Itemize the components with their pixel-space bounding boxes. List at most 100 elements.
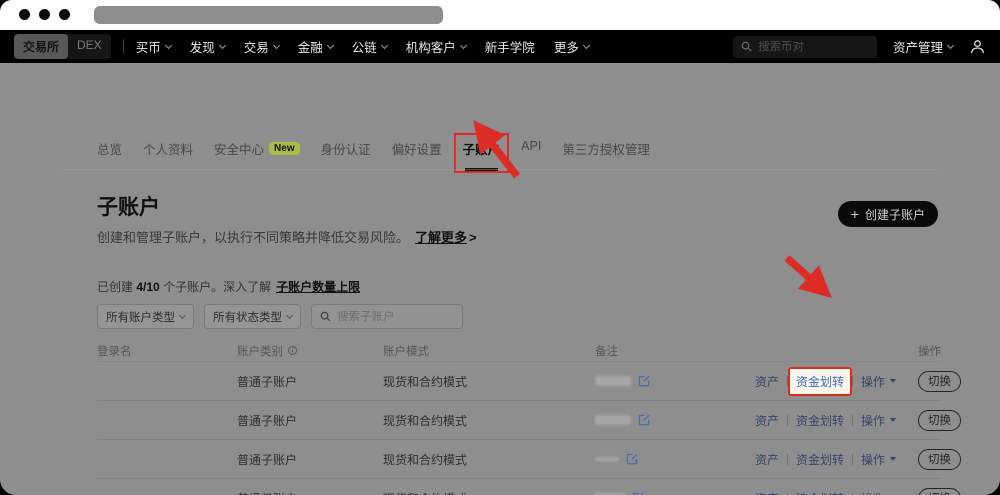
account-type-cell: 普通子账户 [237, 413, 298, 428]
masked-note [595, 376, 631, 386]
tab-overview[interactable]: 总览 [97, 139, 122, 171]
caret-down-icon [890, 379, 897, 383]
tab-security-center[interactable]: 安全中心 New [214, 139, 300, 171]
subaccount-search-box[interactable] [311, 304, 463, 329]
nav-chain[interactable]: 公链 [352, 37, 388, 56]
create-subaccount-button[interactable]: + 创建子账户 [837, 201, 938, 227]
assets-link[interactable]: 资产 [755, 412, 779, 429]
status-type-select[interactable]: 所有状态类型 [204, 304, 301, 329]
filter-bar: 所有账户类型 所有状态类型 [97, 304, 463, 329]
toggle-exchange[interactable]: 交易所 [14, 34, 69, 59]
account-type-select[interactable]: 所有账户类型 [97, 304, 194, 329]
fund-transfer-link[interactable]: 资金划转 [796, 412, 844, 429]
page-description: 创建和管理子账户，以执行不同策略并降低交易风险。 了解更多 > [97, 230, 477, 245]
header-note: 备注 [595, 345, 618, 358]
window-control-dot[interactable] [19, 9, 30, 20]
chevron-down-icon [582, 41, 590, 50]
table-header-row: 登录名 账户类别 账户模式 备注 操作 [97, 340, 941, 361]
window-control-dot[interactable] [59, 9, 70, 20]
masked-note [595, 415, 631, 425]
tab-third-party-auth[interactable]: 第三方授权管理 [562, 139, 650, 171]
browser-window: 交易所 DEX 买币 发现 交易 金融 公链 机构客户 新手学院 更多 资产管理 [0, 0, 1000, 495]
switch-button[interactable]: 切换 [918, 448, 962, 470]
tab-profile[interactable]: 个人资料 [143, 139, 193, 171]
caret-down-icon [890, 457, 897, 461]
learn-more-link[interactable]: 了解更多 [415, 230, 467, 245]
window-titlebar [0, 0, 1000, 30]
tab-identity-verification[interactable]: 身份认证 [321, 139, 371, 171]
settings-tabs: 总览 个人资料 安全中心 New 身份认证 偏好设置 子账户 API 第三方授权管… [97, 133, 650, 173]
subaccount-table: 登录名 账户类别 账户模式 备注 操作 普通子账户 现货和合约模式 资产 资金划… [97, 340, 962, 495]
account-mode-cell: 现货和合约模式 [383, 490, 595, 495]
chevron-down-icon [285, 311, 294, 320]
plus-icon: + [850, 206, 859, 222]
account-type-cell: 普通子账户 [237, 490, 383, 495]
chevron-down-icon [164, 41, 172, 50]
page-content: 总览 个人资料 安全中心 New 身份认证 偏好设置 子账户 API 第三方授权管… [0, 63, 1000, 495]
table-divider [97, 361, 941, 362]
nav-institutional[interactable]: 机构客户 [406, 37, 467, 56]
info-icon[interactable] [287, 345, 298, 356]
edit-note-icon[interactable] [626, 453, 638, 465]
nav-more[interactable]: 更多 [554, 37, 590, 56]
assets-link[interactable]: 资产 [755, 373, 779, 390]
subaccount-count-summary: 已创建 4/10 个子账户。深入了解 子账户数量上限 [97, 280, 361, 294]
pair-search-input[interactable] [757, 40, 869, 53]
header-actions: 操作 [918, 345, 941, 358]
nav-finance[interactable]: 金融 [298, 37, 334, 56]
learn-more-caret: > [469, 230, 477, 245]
tabs-divider [60, 169, 940, 170]
tab-subaccounts[interactable]: 子账户 [453, 133, 509, 173]
tab-api[interactable]: API [521, 139, 541, 166]
assets-link[interactable]: 资产 [755, 490, 779, 495]
assets-link[interactable]: 资产 [755, 451, 779, 468]
masked-note [595, 457, 619, 461]
fund-transfer-link[interactable]: 资金划转 [796, 451, 844, 468]
chevron-down-icon [178, 311, 187, 320]
actions-dropdown[interactable]: 操作 [861, 412, 897, 429]
user-icon[interactable] [969, 38, 986, 55]
actions-dropdown[interactable]: 操作 [861, 490, 896, 495]
edit-note-icon[interactable] [638, 375, 650, 387]
account-mode-cell: 现货和合约模式 [383, 374, 468, 389]
asset-management-menu[interactable]: 资产管理 [893, 37, 955, 56]
nav-divider [122, 39, 124, 54]
nav-academy[interactable]: 新手学院 [485, 37, 535, 56]
main-menu: 买币 发现 交易 金融 公链 机构客户 新手学院 更多 [136, 37, 590, 56]
subaccount-limit-link[interactable]: 子账户数量上限 [276, 280, 360, 294]
fund-transfer-link[interactable]: 资金划转 [788, 366, 853, 396]
window-control-dot[interactable] [39, 9, 50, 20]
header-account-mode: 账户模式 [383, 345, 429, 358]
exchange-dex-toggle[interactable]: 交易所 DEX [14, 34, 111, 59]
actions-dropdown[interactable]: 操作 [861, 451, 897, 468]
header-login: 登录名 [97, 345, 132, 358]
edit-note-icon[interactable] [638, 414, 650, 426]
caret-down-icon [890, 418, 897, 422]
account-type-cell: 普通子账户 [237, 452, 298, 467]
chevron-down-icon [459, 41, 467, 50]
table-row: 普通子账户 现货和合约模式 资产 资金划转 操作 切换 [97, 479, 962, 495]
subaccount-search-input[interactable] [337, 310, 454, 323]
nav-buy-crypto[interactable]: 买币 [136, 37, 172, 56]
switch-button[interactable]: 切换 [918, 370, 962, 392]
table-row: 普通子账户 现货和合约模式 资产 资金划转 操作 切换 [97, 401, 962, 440]
header-account-type: 账户类别 [237, 343, 383, 359]
pair-search-box[interactable] [732, 35, 877, 58]
chevron-down-icon [326, 41, 334, 50]
magnifier-icon [320, 311, 331, 322]
chevron-down-icon [946, 41, 955, 50]
new-badge: New [269, 142, 300, 155]
tab-preferences[interactable]: 偏好设置 [392, 139, 442, 171]
switch-button[interactable]: 切换 [918, 409, 962, 431]
chevron-down-icon [218, 41, 226, 50]
switch-button[interactable]: 切换 [918, 487, 962, 495]
magnifier-icon [741, 41, 752, 52]
address-bar-placeholder[interactable] [94, 6, 443, 24]
account-type-cell: 普通子账户 [237, 374, 298, 389]
subaccount-count: 4/10 [136, 280, 160, 294]
fund-transfer-link[interactable]: 资金划转 [796, 490, 844, 495]
nav-discover[interactable]: 发现 [190, 37, 226, 56]
nav-trade[interactable]: 交易 [244, 37, 280, 56]
actions-dropdown[interactable]: 操作 [861, 373, 897, 390]
toggle-dex[interactable]: DEX [68, 34, 111, 59]
